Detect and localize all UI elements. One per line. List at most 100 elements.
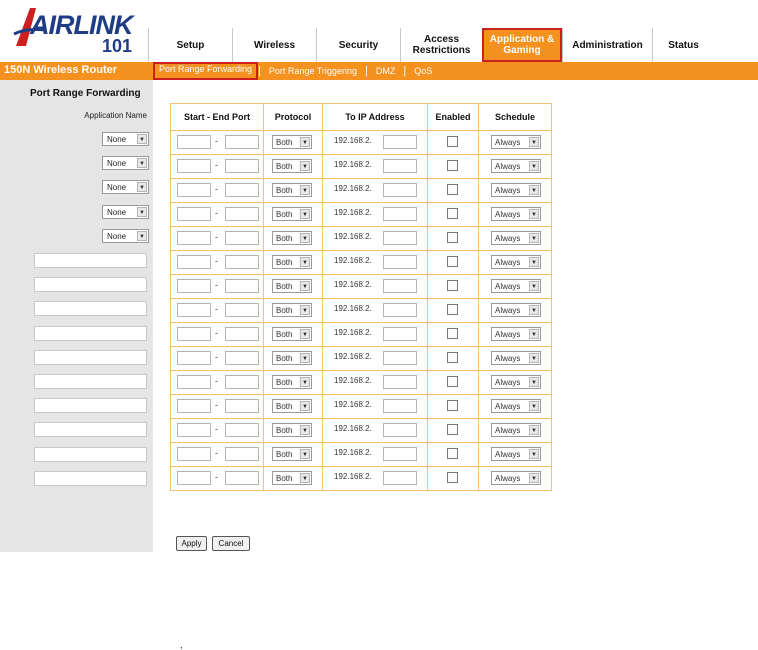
enabled-checkbox[interactable] — [447, 256, 458, 267]
enabled-checkbox[interactable] — [447, 472, 458, 483]
application-select[interactable]: None ▼ — [102, 132, 149, 146]
end-port-input[interactable] — [225, 423, 259, 437]
start-port-input[interactable] — [177, 471, 211, 485]
protocol-select[interactable]: Both ▼ — [272, 159, 312, 173]
end-port-input[interactable] — [225, 207, 259, 221]
cancel-button[interactable]: Cancel — [212, 536, 250, 551]
schedule-select[interactable]: Always ▼ — [491, 375, 541, 389]
nav-tab-access-restrictions[interactable]: Access Restrictions — [400, 28, 482, 62]
start-port-input[interactable] — [177, 231, 211, 245]
application-name-input[interactable] — [34, 325, 147, 341]
start-port-input[interactable] — [177, 207, 211, 221]
end-port-input[interactable] — [225, 471, 259, 485]
protocol-select[interactable]: Both ▼ — [272, 423, 312, 437]
application-select[interactable]: None ▼ — [102, 180, 149, 195]
schedule-select[interactable]: Always ▼ — [491, 231, 541, 245]
protocol-select[interactable]: Both ▼ — [272, 183, 312, 197]
start-port-input[interactable] — [177, 135, 211, 149]
schedule-select[interactable]: Always ▼ — [491, 471, 541, 485]
schedule-select[interactable]: Always ▼ — [491, 351, 541, 365]
enabled-checkbox[interactable] — [447, 280, 458, 291]
application-select[interactable]: None ▼ — [102, 228, 149, 243]
nav-tab-setup[interactable]: Setup — [148, 28, 232, 62]
nav-tab-security[interactable]: Security — [316, 28, 400, 62]
schedule-select[interactable]: Always ▼ — [491, 279, 541, 293]
ip-last-octet-input[interactable] — [383, 183, 417, 197]
start-port-input[interactable] — [177, 255, 211, 269]
start-port-input[interactable] — [177, 327, 211, 341]
ip-last-octet-input[interactable] — [383, 399, 417, 413]
ip-last-octet-input[interactable] — [383, 423, 417, 437]
end-port-input[interactable] — [225, 255, 259, 269]
ip-last-octet-input[interactable] — [383, 471, 417, 485]
schedule-select[interactable]: Always ▼ — [491, 183, 541, 197]
protocol-select[interactable]: Both ▼ — [272, 375, 312, 389]
nav-tab-application-gaming[interactable]: Application & Gaming — [482, 28, 562, 62]
protocol-select[interactable]: Both ▼ — [272, 231, 312, 245]
application-select[interactable]: None ▼ — [102, 204, 149, 219]
ip-last-octet-input[interactable] — [383, 351, 417, 365]
schedule-select[interactable]: Always ▼ — [491, 399, 541, 413]
protocol-select[interactable]: Both ▼ — [272, 279, 312, 293]
schedule-select[interactable]: Always ▼ — [491, 447, 541, 461]
end-port-input[interactable] — [225, 303, 259, 317]
enabled-checkbox[interactable] — [447, 400, 458, 411]
enabled-checkbox[interactable] — [447, 352, 458, 363]
start-port-input[interactable] — [177, 279, 211, 293]
schedule-select[interactable]: Always ▼ — [491, 303, 541, 317]
start-port-input[interactable] — [177, 447, 211, 461]
schedule-select[interactable]: Always ▼ — [491, 327, 541, 341]
start-port-input[interactable] — [177, 399, 211, 413]
end-port-input[interactable] — [225, 279, 259, 293]
application-name-input[interactable] — [34, 374, 147, 389]
application-name-input[interactable] — [34, 349, 147, 365]
ip-last-octet-input[interactable] — [383, 255, 417, 269]
nav-tab-wireless[interactable]: Wireless — [232, 28, 316, 62]
end-port-input[interactable] — [225, 135, 259, 149]
application-name-input[interactable] — [34, 422, 147, 438]
enabled-checkbox[interactable] — [447, 136, 458, 147]
enabled-checkbox[interactable] — [447, 184, 458, 195]
application-name-input[interactable] — [34, 301, 147, 317]
start-port-input[interactable] — [177, 159, 211, 173]
protocol-select[interactable]: Both ▼ — [272, 351, 312, 365]
ip-last-octet-input[interactable] — [383, 279, 417, 293]
enabled-checkbox[interactable] — [447, 232, 458, 243]
application-name-input[interactable] — [34, 470, 147, 486]
end-port-input[interactable] — [225, 351, 259, 365]
nav-tab-administration[interactable]: Administration — [562, 28, 652, 62]
start-port-input[interactable] — [177, 351, 211, 365]
ip-last-octet-input[interactable] — [383, 303, 417, 317]
enabled-checkbox[interactable] — [447, 328, 458, 339]
enabled-checkbox[interactable] — [447, 304, 458, 315]
enabled-checkbox[interactable] — [447, 448, 458, 459]
subnav-dmz[interactable]: DMZ — [368, 64, 404, 78]
schedule-select[interactable]: Always ▼ — [491, 207, 541, 221]
start-port-input[interactable] — [177, 423, 211, 437]
schedule-select[interactable]: Always ▼ — [491, 423, 541, 437]
subnav-port-range-forwarding[interactable]: Port Range Forwarding — [153, 62, 259, 80]
ip-last-octet-input[interactable] — [383, 207, 417, 221]
application-name-input[interactable] — [34, 398, 147, 414]
subnav-port-range-triggering[interactable]: Port Range Triggering — [261, 64, 365, 78]
application-name-input[interactable] — [34, 253, 147, 268]
end-port-input[interactable] — [225, 375, 259, 389]
schedule-select[interactable]: Always ▼ — [491, 135, 541, 149]
enabled-checkbox[interactable] — [447, 376, 458, 387]
ip-last-octet-input[interactable] — [383, 135, 417, 149]
end-port-input[interactable] — [225, 183, 259, 197]
enabled-checkbox[interactable] — [447, 208, 458, 219]
apply-button[interactable]: Apply — [176, 536, 207, 551]
application-name-input[interactable] — [34, 446, 147, 462]
ip-last-octet-input[interactable] — [383, 327, 417, 341]
protocol-select[interactable]: Both ▼ — [272, 207, 312, 221]
protocol-select[interactable]: Both ▼ — [272, 255, 312, 269]
ip-last-octet-input[interactable] — [383, 231, 417, 245]
protocol-select[interactable]: Both ▼ — [272, 135, 312, 149]
start-port-input[interactable] — [177, 183, 211, 197]
end-port-input[interactable] — [225, 231, 259, 245]
nav-tab-status[interactable]: Status — [652, 28, 714, 62]
start-port-input[interactable] — [177, 375, 211, 389]
start-port-input[interactable] — [177, 303, 211, 317]
enabled-checkbox[interactable] — [447, 160, 458, 171]
